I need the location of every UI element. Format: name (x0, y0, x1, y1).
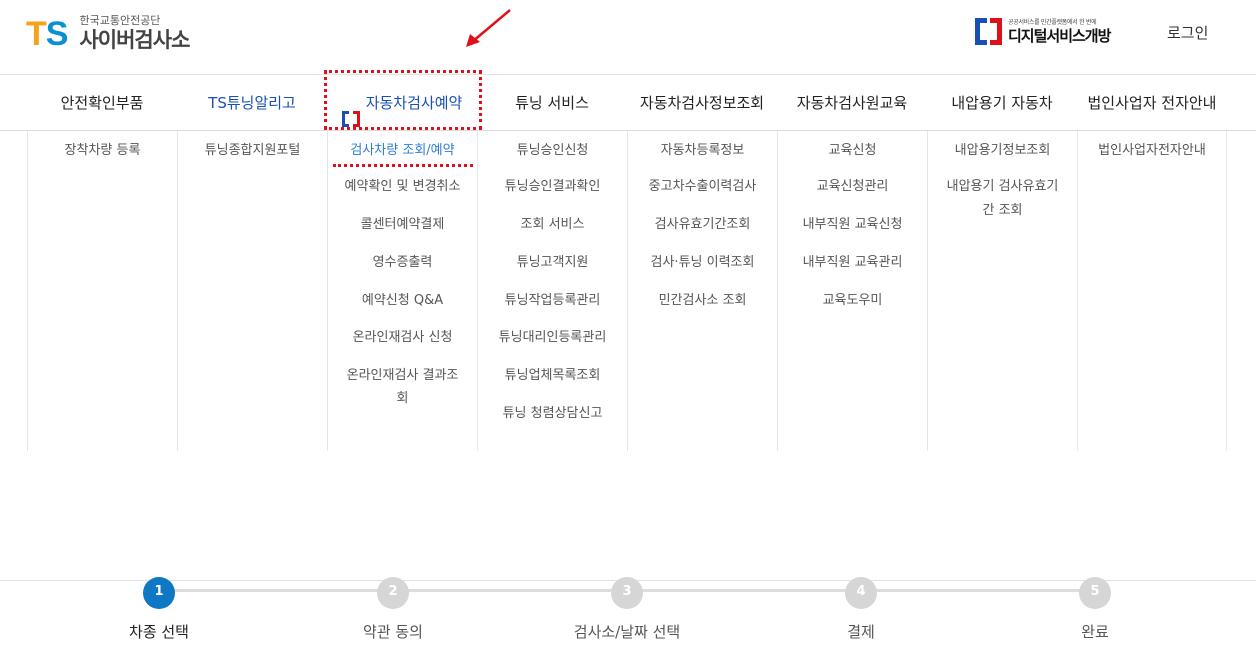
step-4-label: 결제 (847, 623, 875, 641)
submenu-item-continued[interactable]: 회 (328, 388, 477, 410)
annotation-arrow-icon (466, 9, 511, 47)
login-link[interactable]: 로그인 (1167, 22, 1208, 43)
step-4-circle: 4 (845, 577, 877, 609)
nav-highlight-box (324, 70, 482, 130)
logo-text: 한국교통안전공단 사이버검사소 (79, 14, 190, 53)
submenu-item[interactable]: 교육신청관리 (778, 176, 927, 198)
dropdown-column-pressure-vessel: 내압용기정보조회 내압용기 검사유효기 간 조회 (927, 131, 1077, 451)
submenu-item[interactable]: 예약신청 Q&A (328, 290, 477, 312)
ts-logo-mark: TS (26, 14, 68, 53)
submenu-item[interactable]: 영수증출력 (328, 252, 477, 274)
submenu-item[interactable]: 튜닝업체목록조회 (478, 365, 627, 387)
dropdown-column-ts-tuning: 튜닝종합지원포털 (177, 131, 327, 451)
step-1-label: 차종 선택 (129, 623, 189, 641)
nav-dropdown: 장착차량 등록 튜닝종합지원포털 검사차량 조회/예약 예약확인 및 변경취소 … (0, 131, 1256, 451)
submenu-item[interactable]: 법인사업자전자안내 (1078, 140, 1226, 162)
site-header: TS 한국교통안전공단 사이버검사소 공공서비스를 민간플랫폼에서 한 번에 디… (0, 0, 1256, 75)
submenu-item[interactable]: 교육신청 (778, 140, 927, 162)
dropdown-column-education: 교육신청 교육신청관리 내부직원 교육신청 내부직원 교육관리 교육도우미 (777, 131, 927, 451)
submenu-item[interactable]: 튜닝대리인등록관리 (478, 327, 627, 349)
step-5-circle: 5 (1079, 577, 1111, 609)
step-2-label: 약관 동의 (363, 623, 423, 641)
submenu-item[interactable]: 장착차량 등록 (28, 140, 177, 162)
digital-service-title: 디지털서비스개방 (1008, 26, 1111, 45)
submenu-item-vehicle-lookup[interactable]: 검사차량 조회/예약 (328, 140, 477, 162)
nav-item-tuning-service[interactable]: 튜닝 서비스 (477, 75, 627, 131)
submenu-item[interactable]: 중고차수출이력검사 (628, 176, 777, 198)
submenu-highlight-underline (333, 164, 473, 167)
submenu-item[interactable]: 튜닝 청렴상담신고 (478, 403, 627, 425)
step-2-circle: 2 (377, 577, 409, 609)
step-1-circle: 1 (143, 577, 175, 609)
dropdown-column-inspection-info: 자동차등록정보 중고차수출이력검사 검사유효기간조회 검사·튜닝 이력조회 민간… (627, 131, 777, 451)
dropdown-column-corporate: 법인사업자전자안내 (1077, 131, 1227, 451)
site-name: 사이버검사소 (79, 28, 190, 52)
nav-item-inspector-education[interactable]: 자동차검사원교육 (777, 75, 927, 131)
submenu-item[interactable]: 내부직원 교육신청 (778, 214, 927, 236)
submenu-item[interactable]: 검사유효기간조회 (628, 214, 777, 236)
site-logo[interactable]: TS 한국교통안전공단 사이버검사소 (26, 14, 190, 53)
submenu-item[interactable]: 검사·튜닝 이력조회 (628, 252, 777, 274)
submenu-item[interactable]: 튜닝승인결과확인 (478, 176, 627, 198)
submenu-item[interactable]: 내압용기 검사유효기 (928, 176, 1077, 198)
submenu-item[interactable]: 자동차등록정보 (628, 140, 777, 162)
step-5-label: 완료 (1081, 623, 1109, 641)
submenu-item[interactable]: 교육도우미 (778, 290, 927, 312)
nav-item-pressure-vessel[interactable]: 내압용기 자동차 (927, 75, 1077, 131)
digital-service-banner[interactable]: 공공서비스를 민간플랫폼에서 한 번에 디지털서비스개방 (975, 18, 1111, 45)
submenu-item[interactable]: 조회 서비스 (478, 214, 627, 236)
main-nav: 안전확인부품 TS튜닝알리고 자동차검사예약 튜닝 서비스 자동차검사정보조회 … (0, 75, 1256, 131)
submenu-item[interactable]: 온라인재검사 신청 (328, 327, 477, 349)
nav-item-corporate-notice[interactable]: 법인사업자 전자안내 (1077, 75, 1227, 131)
submenu-item[interactable]: 튜닝작업등록관리 (478, 290, 627, 312)
submenu-item[interactable]: 튜닝승인신청 (478, 140, 627, 162)
submenu-item[interactable]: 예약확인 및 변경취소 (328, 176, 477, 198)
dropdown-column-tuning: 튜닝승인신청 튜닝승인결과확인 조회 서비스 튜닝고객지원 튜닝작업등록관리 튜… (477, 131, 627, 451)
submenu-item[interactable]: 콜센터예약결제 (328, 214, 477, 236)
submenu-item[interactable]: 민간검사소 조회 (628, 290, 777, 312)
dropdown-column-reservation: 검사차량 조회/예약 예약확인 및 변경취소 콜센터예약결제 영수증출력 예약신… (327, 131, 477, 451)
submenu-item-continued[interactable]: 간 조회 (928, 200, 1077, 222)
reservation-steps: 1 2 3 4 5 차종 선택 약관 동의 검사소/날짜 선택 결제 완료 (0, 577, 1256, 666)
digital-service-subtitle: 공공서비스를 민간플랫폼에서 한 번에 (1008, 18, 1097, 26)
dropdown-column-safety-parts: 장착차량 등록 (27, 131, 177, 451)
nav-item-safety-parts[interactable]: 안전확인부품 (27, 75, 177, 131)
step-3-label: 검사소/날짜 선택 (573, 623, 681, 641)
submenu-item[interactable]: 내압용기정보조회 (928, 140, 1077, 162)
digital-service-icon (975, 18, 1002, 45)
submenu-item[interactable]: 내부직원 교육관리 (778, 252, 927, 274)
nav-item-ts-tuning[interactable]: TS튜닝알리고 (177, 75, 327, 131)
digital-service-text: 공공서비스를 민간플랫폼에서 한 번에 디지털서비스개방 (1008, 18, 1111, 45)
submenu-item[interactable]: 튜닝고객지원 (478, 252, 627, 274)
org-name: 한국교통안전공단 (79, 14, 161, 27)
submenu-item[interactable]: 온라인재검사 결과조 (328, 365, 477, 387)
submenu-item[interactable]: 튜닝종합지원포털 (178, 140, 327, 162)
nav-item-inspection-info[interactable]: 자동차검사정보조회 (627, 75, 777, 131)
step-3-circle: 3 (611, 577, 643, 609)
